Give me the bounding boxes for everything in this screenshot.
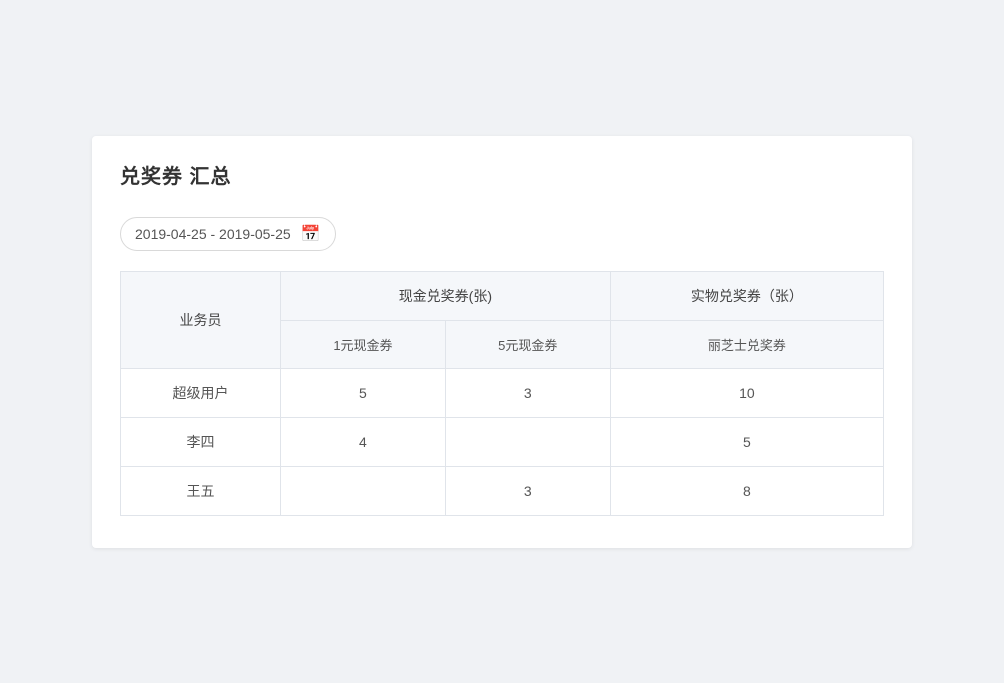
- cell-1yuan: [281, 466, 446, 515]
- table-row: 李四4 5: [121, 417, 884, 466]
- page-title: 兑奖券 汇总: [120, 160, 884, 189]
- cell-5yuan: 3: [445, 466, 610, 515]
- table-row: 超级用户5310: [121, 368, 884, 417]
- main-card: 兑奖券 汇总 2019-04-25 - 2019-05-25 📅 业务员 现金兑…: [92, 136, 912, 548]
- col-header-cash-group: 现金兑奖券(张): [281, 271, 611, 320]
- cell-5yuan: [445, 417, 610, 466]
- cell-agent: 超级用户: [121, 368, 281, 417]
- date-range-text: 2019-04-25 - 2019-05-25: [135, 226, 291, 242]
- cell-lizhi: 10: [610, 368, 883, 417]
- cell-lizhi: 8: [610, 466, 883, 515]
- cell-agent: 李四: [121, 417, 281, 466]
- col-subheader-lizhi: 丽芝士兑奖券: [610, 320, 883, 368]
- col-header-agent: 业务员: [121, 271, 281, 368]
- col-header-physical-group: 实物兑奖券（张）: [610, 271, 883, 320]
- cell-1yuan: 4: [281, 417, 446, 466]
- col-subheader-5yuan: 5元现金券: [445, 320, 610, 368]
- cell-1yuan: 5: [281, 368, 446, 417]
- cell-lizhi: 5: [610, 417, 883, 466]
- date-picker-wrapper: 2019-04-25 - 2019-05-25 📅: [120, 217, 884, 251]
- cell-agent: 王五: [121, 466, 281, 515]
- cell-5yuan: 3: [445, 368, 610, 417]
- col-subheader-1yuan: 1元现金券: [281, 320, 446, 368]
- table-row: 王五 38: [121, 466, 884, 515]
- date-picker[interactable]: 2019-04-25 - 2019-05-25 📅: [120, 217, 336, 251]
- summary-table: 业务员 现金兑奖券(张) 实物兑奖券（张） 1元现金券 5元现金券 丽芝士兑奖券…: [120, 271, 884, 516]
- calendar-icon: 📅: [301, 224, 321, 244]
